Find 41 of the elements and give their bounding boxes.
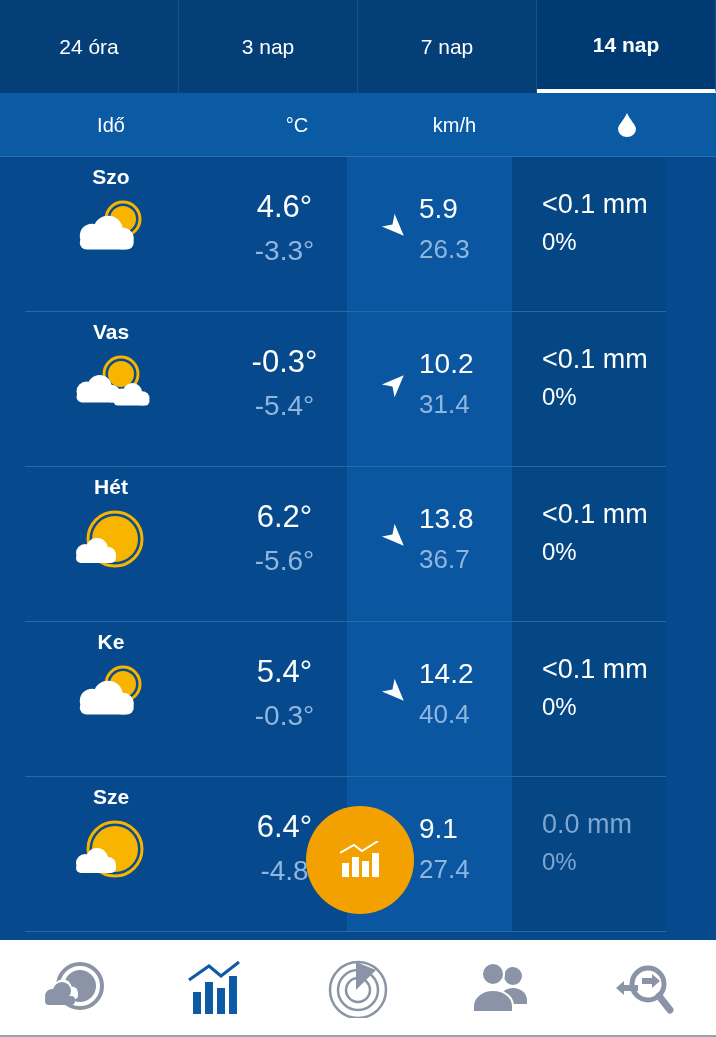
- wind-speed: 9.1: [419, 811, 459, 846]
- precipitation-chance: 0%: [542, 537, 578, 568]
- chart-icon: [340, 841, 380, 879]
- range-tab[interactable]: 14 nap: [537, 0, 716, 93]
- high-temperature: 6.2°: [256, 497, 313, 536]
- precipitation-chance: 0%: [542, 382, 578, 413]
- precipitation-amount: <0.1 mm: [542, 187, 649, 221]
- wind-gust: 27.4: [419, 852, 470, 886]
- precipitation-amount: 0.0 mm: [542, 807, 634, 841]
- low-temperature: -5.4°: [254, 389, 315, 424]
- wind-speed: 5.9: [419, 191, 459, 226]
- high-temperature: 5.4°: [256, 652, 313, 691]
- wind-gust: 31.4: [419, 387, 471, 421]
- day-label: Hét: [94, 474, 128, 500]
- water-drop-icon: [617, 112, 636, 137]
- precipitation-amount: <0.1 mm: [542, 652, 649, 686]
- low-temperature: -0.3°: [254, 699, 315, 734]
- day-label: Ke: [97, 629, 125, 655]
- precipitation-chance: 0%: [542, 227, 578, 258]
- day-label: Szo: [92, 164, 130, 190]
- column-header: °C: [284, 112, 310, 138]
- day-label: Vas: [92, 319, 130, 345]
- high-temperature: 4.6°: [256, 187, 313, 226]
- wind-speed: 13.8: [419, 501, 474, 536]
- wind-speed: 10.2: [419, 346, 474, 381]
- precipitation-amount: <0.1 mm: [542, 497, 649, 531]
- column-header: km/h: [431, 112, 478, 138]
- low-temperature: -4.8: [260, 854, 309, 889]
- precipitation-chance: 0%: [542, 847, 578, 878]
- column-header: Idő: [96, 112, 126, 138]
- precipitation-amount: <0.1 mm: [542, 342, 649, 376]
- day-label: Sze: [92, 784, 130, 810]
- wind-gust: 40.4: [419, 697, 471, 731]
- wind-gust: 26.3: [419, 232, 470, 266]
- wind-speed: 14.2: [419, 656, 474, 691]
- high-temperature: 6.4°: [256, 807, 313, 846]
- precipitation-chance: 0%: [542, 692, 578, 723]
- high-temperature: -0.3°: [251, 342, 318, 381]
- wind-gust: 36.7: [419, 542, 471, 576]
- low-temperature: -3.3°: [254, 234, 315, 269]
- low-temperature: -5.6°: [254, 544, 315, 579]
